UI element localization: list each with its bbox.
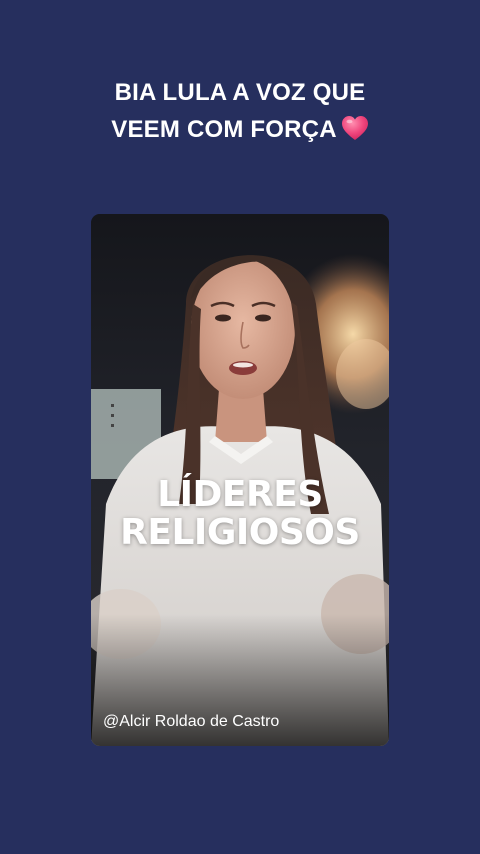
caption-line-2: RELIGIOSOS: [120, 512, 360, 553]
story-headline: BIA LULA A VOZ QUE VEEM COM FORÇA: [0, 74, 480, 148]
heart-icon: [341, 116, 368, 140]
headline-line-1: BIA LULA A VOZ QUE: [114, 79, 366, 106]
headline-line-2-wrap: VEEM COM FORÇA: [0, 111, 480, 148]
video-card[interactable]: LÍDERES RELIGIOSOS @Alcir Roldao de Cast…: [91, 214, 389, 746]
video-credit[interactable]: @Alcir Roldao de Castro: [103, 712, 279, 732]
story-page: BIA LULA A VOZ QUE VEEM COM FORÇA LÍDERE…: [0, 0, 480, 854]
caption-line-1: LÍDERES: [157, 474, 323, 515]
headline-line-2: VEEM COM FORÇA: [111, 116, 337, 143]
video-caption: LÍDERES RELIGIOSOS: [91, 476, 389, 552]
